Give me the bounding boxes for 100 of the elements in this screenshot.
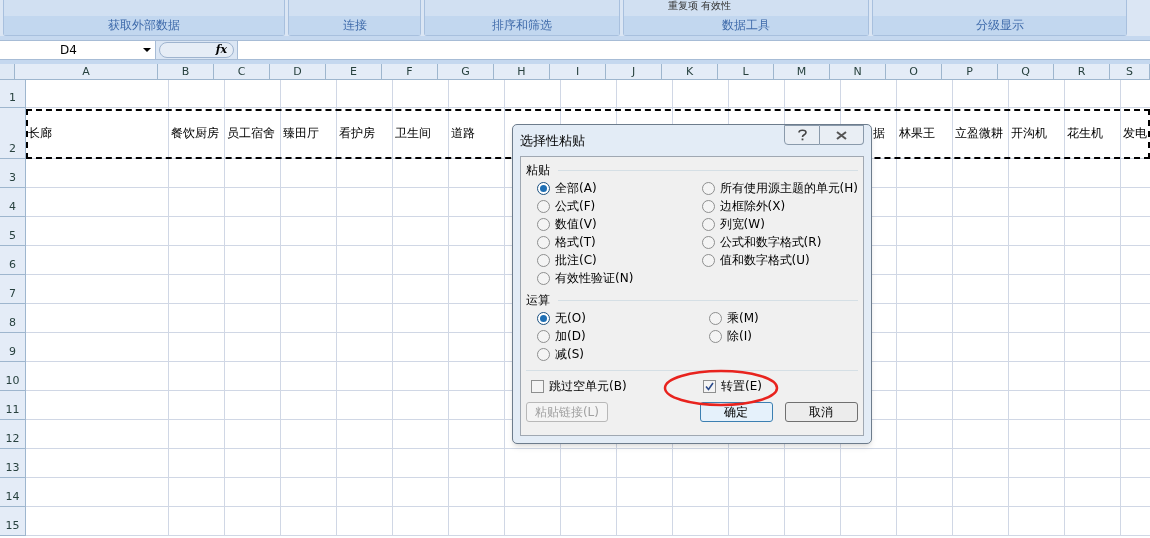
table-cell[interactable] <box>1009 217 1065 246</box>
table-cell[interactable] <box>1009 246 1065 275</box>
table-cell[interactable] <box>953 420 1009 449</box>
table-cell[interactable] <box>281 80 337 108</box>
table-cell[interactable] <box>1009 478 1065 507</box>
table-cell[interactable]: 餐饮厨房 <box>169 108 225 159</box>
checkbox[interactable] <box>703 379 716 393</box>
table-cell[interactable] <box>449 275 505 304</box>
formula-input[interactable] <box>237 41 1150 59</box>
name-box[interactable]: D4 <box>0 41 156 59</box>
row-header[interactable]: 5 <box>0 217 26 246</box>
table-cell[interactable] <box>337 478 393 507</box>
table-cell[interactable] <box>449 362 505 391</box>
table-cell[interactable] <box>26 188 169 217</box>
table-cell[interactable] <box>337 246 393 275</box>
table-cell[interactable] <box>785 507 841 536</box>
table-cell[interactable] <box>505 478 561 507</box>
table-cell[interactable] <box>169 391 225 420</box>
row-header[interactable]: 3 <box>0 159 26 188</box>
table-cell[interactable] <box>281 188 337 217</box>
column-header[interactable]: H <box>494 64 550 79</box>
table-cell[interactable] <box>617 80 673 108</box>
radio-button[interactable] <box>709 329 722 343</box>
table-cell[interactable] <box>169 362 225 391</box>
table-cell[interactable] <box>281 217 337 246</box>
table-cell[interactable] <box>729 449 785 478</box>
radio-button[interactable] <box>701 217 715 231</box>
table-cell[interactable] <box>1065 217 1121 246</box>
table-cell[interactable] <box>1009 420 1065 449</box>
table-cell[interactable] <box>1009 159 1065 188</box>
table-cell[interactable] <box>393 246 449 275</box>
table-cell[interactable] <box>393 217 449 246</box>
table-cell[interactable] <box>953 478 1009 507</box>
table-cell[interactable] <box>337 333 393 362</box>
table-cell[interactable] <box>169 333 225 362</box>
table-cell[interactable] <box>26 362 169 391</box>
table-cell[interactable] <box>337 275 393 304</box>
column-header[interactable]: N <box>830 64 886 79</box>
table-cell[interactable] <box>393 188 449 217</box>
table-cell[interactable] <box>393 391 449 420</box>
table-cell[interactable] <box>337 420 393 449</box>
table-cell[interactable] <box>337 362 393 391</box>
table-cell[interactable] <box>673 80 729 108</box>
table-cell[interactable] <box>953 362 1009 391</box>
table-cell[interactable] <box>225 333 281 362</box>
table-cell[interactable] <box>393 420 449 449</box>
checkbox[interactable] <box>531 379 544 393</box>
radio-button[interactable] <box>701 235 715 249</box>
table-cell[interactable] <box>337 188 393 217</box>
table-cell[interactable] <box>169 275 225 304</box>
table-cell[interactable] <box>26 391 169 420</box>
table-cell[interactable]: 开沟机 <box>1009 108 1065 159</box>
column-header[interactable]: S <box>1110 64 1150 79</box>
row-header[interactable]: 15 <box>0 507 26 536</box>
table-cell[interactable] <box>953 391 1009 420</box>
table-cell[interactable] <box>225 275 281 304</box>
column-header[interactable]: K <box>662 64 718 79</box>
row-header[interactable]: 1 <box>0 80 26 108</box>
table-cell[interactable] <box>673 478 729 507</box>
table-cell[interactable] <box>1065 275 1121 304</box>
dialog-button[interactable]: 取消 <box>784 402 858 422</box>
help-button[interactable] <box>784 125 820 145</box>
table-cell[interactable]: 员工宿舍 <box>225 108 281 159</box>
table-cell[interactable] <box>841 507 897 536</box>
table-cell[interactable] <box>26 275 169 304</box>
table-cell[interactable]: 道路 <box>449 108 505 159</box>
table-cell[interactable] <box>225 304 281 333</box>
table-cell[interactable] <box>281 304 337 333</box>
table-cell[interactable] <box>225 159 281 188</box>
table-cell[interactable] <box>1065 449 1121 478</box>
table-cell[interactable] <box>729 478 785 507</box>
column-header[interactable]: A <box>15 64 158 79</box>
table-cell[interactable] <box>953 159 1009 188</box>
table-cell[interactable] <box>225 449 281 478</box>
table-cell[interactable] <box>393 362 449 391</box>
table-cell[interactable] <box>449 333 505 362</box>
table-cell[interactable] <box>26 420 169 449</box>
table-cell[interactable] <box>1009 333 1065 362</box>
table-cell[interactable] <box>561 507 617 536</box>
table-cell[interactable]: 长廊 <box>26 108 169 159</box>
table-cell[interactable] <box>953 275 1009 304</box>
table-cell[interactable] <box>1065 246 1121 275</box>
radio-button[interactable] <box>537 235 550 249</box>
table-cell[interactable] <box>897 478 953 507</box>
table-cell[interactable] <box>26 159 169 188</box>
table-cell[interactable] <box>897 159 953 188</box>
table-cell[interactable] <box>225 391 281 420</box>
table-cell[interactable] <box>449 507 505 536</box>
table-cell[interactable] <box>225 478 281 507</box>
table-cell[interactable] <box>953 449 1009 478</box>
radio-button[interactable] <box>537 271 550 285</box>
table-cell[interactable] <box>897 304 953 333</box>
table-cell[interactable] <box>169 420 225 449</box>
table-cell[interactable] <box>169 159 225 188</box>
table-cell[interactable] <box>169 188 225 217</box>
table-cell[interactable] <box>449 80 505 108</box>
table-cell[interactable] <box>953 188 1009 217</box>
column-header[interactable]: R <box>1054 64 1110 79</box>
row-header[interactable]: 2 <box>0 108 26 159</box>
radio-button[interactable] <box>537 311 550 325</box>
